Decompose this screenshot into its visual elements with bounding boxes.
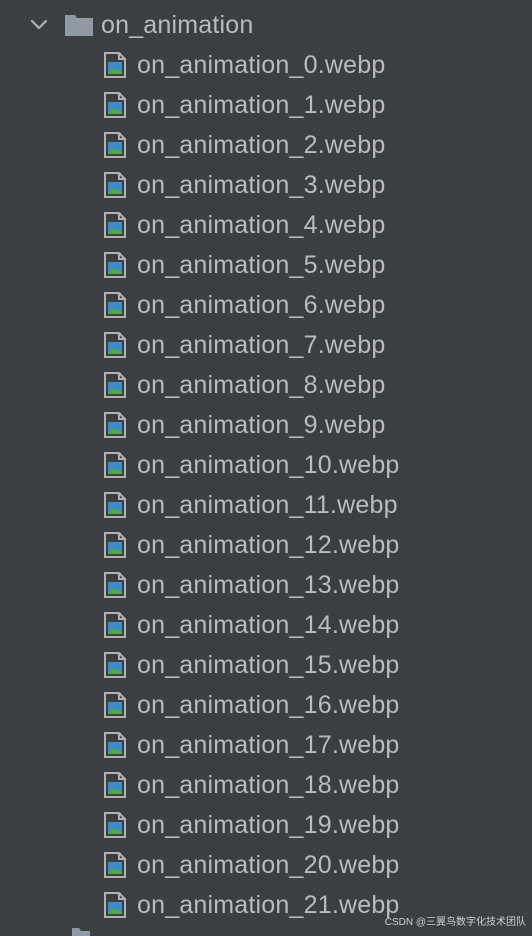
image-file-icon [104, 492, 126, 518]
image-file-icon [104, 212, 126, 238]
file-label: on_animation_0.webp [137, 51, 386, 79]
file-label: on_animation_21.webp [137, 891, 400, 919]
image-file-icon [104, 812, 126, 838]
image-file-icon [104, 732, 126, 758]
image-file-icon [104, 692, 126, 718]
file-label: on_animation_6.webp [137, 291, 386, 319]
file-label: on_animation_7.webp [137, 331, 386, 359]
file-label: on_animation_12.webp [137, 531, 400, 559]
folder-label: on_animation [101, 11, 254, 39]
file-label: on_animation_8.webp [137, 371, 386, 399]
file-row[interactable]: on_animation_10.webp [0, 445, 532, 485]
image-file-icon [104, 172, 126, 198]
chevron-down-icon[interactable] [28, 13, 50, 35]
file-label: on_animation_4.webp [137, 211, 386, 239]
image-file-icon [104, 412, 126, 438]
project-tree: on_animation on_animation_0.webp on_anim… [0, 0, 532, 936]
file-label: on_animation_2.webp [137, 131, 386, 159]
image-file-icon [104, 252, 126, 278]
file-row[interactable]: on_animation_0.webp [0, 45, 532, 85]
file-row[interactable]: on_animation_16.webp [0, 685, 532, 725]
image-file-icon [104, 652, 126, 678]
image-file-icon [104, 132, 126, 158]
file-row[interactable]: on_animation_14.webp [0, 605, 532, 645]
image-file-icon [104, 892, 126, 918]
file-row[interactable]: on_animation_7.webp [0, 325, 532, 365]
file-row[interactable]: on_animation_6.webp [0, 285, 532, 325]
file-row[interactable]: on_animation_9.webp [0, 405, 532, 445]
image-file-icon [104, 92, 126, 118]
folder-row-on-animation[interactable]: on_animation [0, 5, 532, 45]
file-label: on_animation_10.webp [137, 451, 400, 479]
file-row[interactable]: on_animation_17.webp [0, 725, 532, 765]
file-row[interactable]: on_animation_2.webp [0, 125, 532, 165]
image-file-icon [104, 332, 126, 358]
file-label: on_animation_18.webp [137, 771, 400, 799]
file-row[interactable]: on_animation_19.webp [0, 805, 532, 845]
file-row[interactable]: on_animation_11.webp [0, 485, 532, 525]
file-row[interactable]: on_animation_12.webp [0, 525, 532, 565]
file-row[interactable]: on_animation_13.webp [0, 565, 532, 605]
image-file-icon [104, 572, 126, 598]
folder-icon [65, 15, 93, 36]
next-item-icon [72, 928, 90, 936]
image-file-icon [104, 532, 126, 558]
file-row[interactable]: on_animation_8.webp [0, 365, 532, 405]
image-file-icon [104, 372, 126, 398]
file-label: on_animation_11.webp [137, 491, 398, 519]
file-label: on_animation_19.webp [137, 811, 400, 839]
file-label: on_animation_20.webp [137, 851, 400, 879]
file-row[interactable]: on_animation_5.webp [0, 245, 532, 285]
image-file-icon [104, 612, 126, 638]
image-file-icon [104, 52, 126, 78]
image-file-icon [104, 452, 126, 478]
watermark: CSDN @三翼鸟数字化技术团队 [384, 917, 526, 928]
file-label: on_animation_3.webp [137, 171, 386, 199]
file-row[interactable]: on_animation_3.webp [0, 165, 532, 205]
file-row[interactable]: on_animation_4.webp [0, 205, 532, 245]
file-label: on_animation_1.webp [137, 91, 386, 119]
file-label: on_animation_16.webp [137, 691, 400, 719]
file-list: on_animation_0.webp on_animation_1.webp … [0, 45, 532, 925]
file-row[interactable]: on_animation_15.webp [0, 645, 532, 685]
file-label: on_animation_13.webp [137, 571, 400, 599]
image-file-icon [104, 772, 126, 798]
file-label: on_animation_14.webp [137, 611, 400, 639]
image-file-icon [104, 292, 126, 318]
file-label: on_animation_15.webp [137, 651, 400, 679]
file-label: on_animation_5.webp [137, 251, 386, 279]
file-row[interactable]: on_animation_20.webp [0, 845, 532, 885]
file-row[interactable]: on_animation_1.webp [0, 85, 532, 125]
image-file-icon [104, 852, 126, 878]
file-row[interactable]: on_animation_18.webp [0, 765, 532, 805]
file-label: on_animation_17.webp [137, 731, 400, 759]
file-label: on_animation_9.webp [137, 411, 386, 439]
